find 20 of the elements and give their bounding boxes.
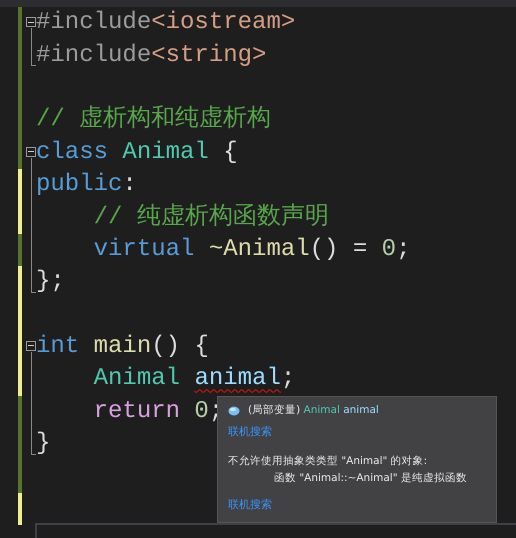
online-search-link[interactable]: 联机搜索 (228, 498, 272, 511)
code-line: Animal animal; (94, 364, 296, 394)
code-line: }; (36, 267, 65, 298)
code-line: #include<iostream> (36, 8, 296, 38)
online-search-link[interactable]: 联机搜索 (228, 424, 272, 440)
code-line: public: (36, 170, 137, 200)
collapse-icon[interactable] (26, 17, 36, 27)
code-line: } (36, 429, 50, 460)
code-line: virtual ~Animal() = 0; (94, 234, 410, 265)
signature-text: (局部变量) Animal animal (248, 403, 379, 418)
code-line: #include<string> (36, 40, 266, 71)
error-message: 不允许使用抽象类类型 "Animal" 的对象: (228, 454, 428, 467)
collapse-icon[interactable] (26, 340, 36, 351)
code-line: // 虚析构和纯虚析构 (36, 104, 272, 136)
variable-icon (228, 406, 240, 416)
error-message: 函数 "Animal::~Animal" 是纯虚拟函数 (274, 472, 467, 484)
code-line: int main() { (36, 332, 209, 362)
collapse-icon[interactable] (26, 146, 36, 157)
code-line: // 纯虚析构函数声明 (94, 202, 329, 233)
code-line: class Animal { (36, 138, 238, 168)
